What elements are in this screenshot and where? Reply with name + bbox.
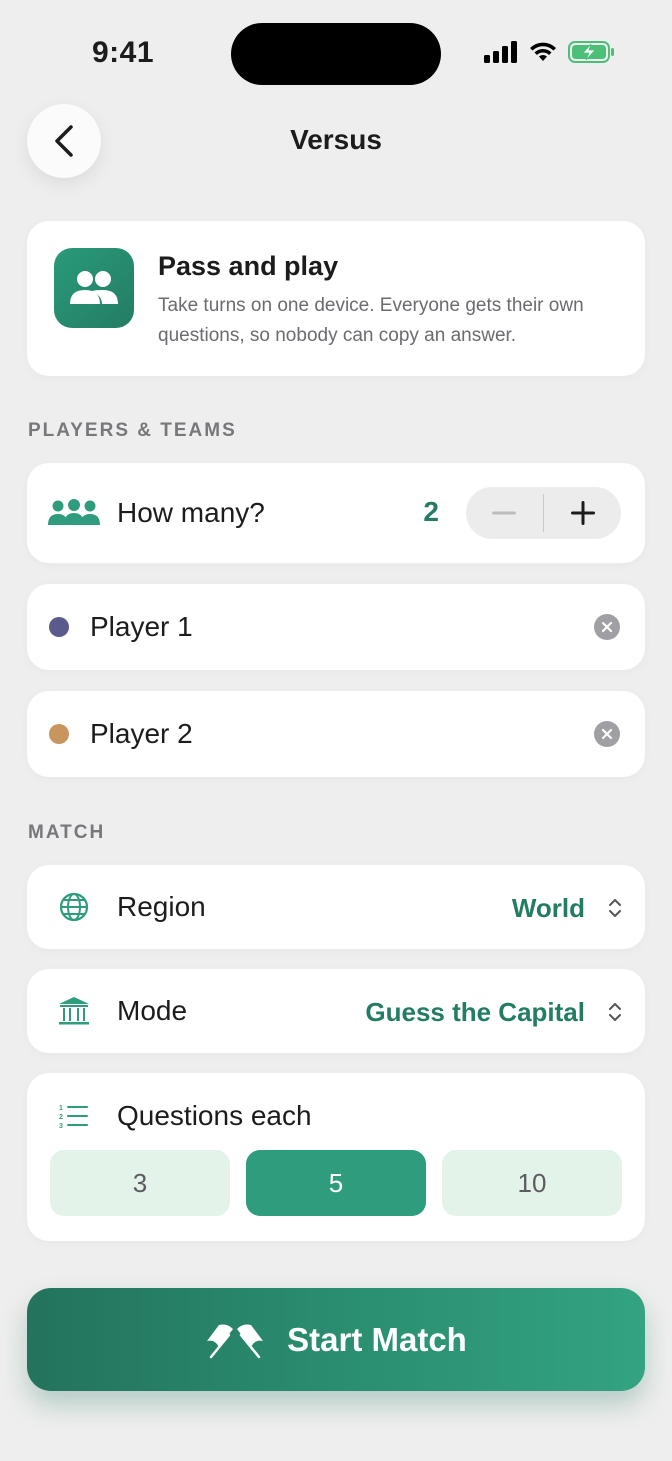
decrement-button[interactable] bbox=[466, 487, 543, 539]
status-icons bbox=[484, 40, 616, 64]
cellular-signal-icon bbox=[484, 41, 517, 63]
start-match-button[interactable]: Start Match bbox=[27, 1288, 645, 1391]
player-row[interactable]: Player 2 bbox=[27, 691, 645, 777]
region-row[interactable]: Region World bbox=[27, 865, 645, 949]
region-label: Region bbox=[117, 891, 206, 922]
questions-each-label: Questions each bbox=[117, 1100, 312, 1131]
group-icon bbox=[48, 499, 100, 525]
mode-row[interactable]: Mode Guess the Capital bbox=[27, 969, 645, 1053]
player-row[interactable]: Player 1 bbox=[27, 584, 645, 670]
intro-description: Take turns on one device. Everyone gets … bbox=[158, 295, 584, 346]
questions-option-3[interactable]: 3 bbox=[50, 1150, 230, 1216]
region-value[interactable]: World bbox=[512, 893, 585, 924]
dynamic-island bbox=[231, 23, 441, 85]
close-icon bbox=[601, 621, 613, 633]
pass-and-play-card: Pass and play Take turns on one device. … bbox=[27, 221, 645, 376]
player-name-field[interactable]: Player 1 bbox=[90, 611, 193, 643]
start-match-label: Start Match bbox=[287, 1320, 467, 1358]
increment-button[interactable] bbox=[544, 487, 621, 539]
player-count-value: 2 bbox=[423, 496, 439, 527]
match-section-label: MATCH bbox=[28, 822, 106, 843]
questions-each-card: 1 2 3 Questions each 3 5 10 bbox=[27, 1073, 645, 1241]
page-title: Versus bbox=[290, 124, 382, 155]
mode-label: Mode bbox=[117, 995, 188, 1026]
player-count-stepper[interactable] bbox=[466, 487, 621, 539]
minus-icon bbox=[492, 511, 517, 515]
questions-option-5[interactable]: 5 bbox=[246, 1150, 426, 1216]
mode-value[interactable]: Guess the Capital bbox=[365, 997, 585, 1028]
battery-charging-icon bbox=[568, 41, 614, 63]
intro-title: Pass and play bbox=[158, 251, 339, 281]
questions-option-10[interactable]: 10 bbox=[442, 1150, 622, 1216]
player-name-field[interactable]: Player 2 bbox=[90, 718, 193, 750]
clear-player-button[interactable] bbox=[594, 721, 620, 747]
players-section-label: PLAYERS & TEAMS bbox=[28, 420, 237, 441]
svg-text:1: 1 bbox=[59, 1105, 63, 1112]
player-count-row: How many? 2 bbox=[27, 463, 645, 563]
status-time: 9:41 bbox=[92, 36, 155, 69]
chevron-up-down-icon bbox=[609, 1003, 621, 1021]
player-color-dot bbox=[49, 724, 69, 744]
numbered-list-icon: 1 2 3 bbox=[59, 1105, 88, 1129]
wifi-icon bbox=[530, 42, 556, 61]
svg-text:3: 3 bbox=[59, 1123, 63, 1129]
globe-icon bbox=[59, 892, 89, 922]
racing-flags-icon bbox=[207, 1324, 264, 1358]
plus-icon bbox=[570, 501, 595, 525]
player-color-dot bbox=[49, 617, 69, 637]
clear-player-button[interactable] bbox=[594, 614, 620, 640]
status-bar: 9:41 bbox=[0, 0, 672, 100]
bank-icon bbox=[59, 997, 89, 1025]
chevron-up-down-icon bbox=[609, 899, 621, 917]
close-icon bbox=[601, 728, 613, 740]
how-many-label: How many? bbox=[117, 497, 265, 528]
svg-text:2: 2 bbox=[59, 1114, 63, 1121]
people-icon bbox=[54, 248, 134, 328]
